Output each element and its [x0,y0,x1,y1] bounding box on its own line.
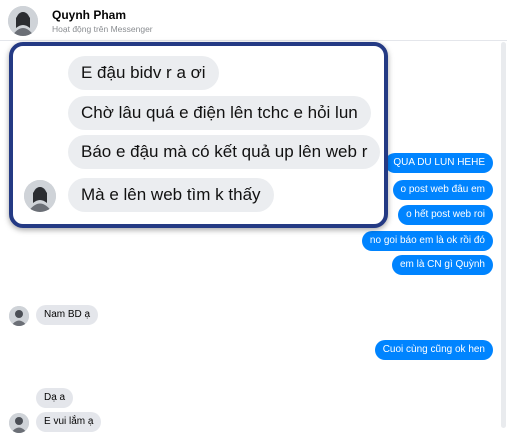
outgoing-message: o post web đâu em [392,180,493,200]
zoomed-incoming-message: Báo e đậu mà có kết quả up lên web r [68,135,381,169]
incoming-message: Nam BD ạ [36,305,99,325]
contact-avatar-small [9,306,29,326]
zoomed-incoming-message: Mà e lên web tìm k thấy [68,178,274,212]
outgoing-message: Cuoi cùng cũng ok hen [374,340,493,360]
outgoing-message: o hết post web roi [398,205,493,225]
chat-scrollbar[interactable] [501,42,506,428]
contact-avatar[interactable] [8,6,38,36]
contact-avatar-small [9,413,29,433]
avatar-photo-icon [24,180,56,212]
zoomed-incoming-message: E đậu bidv r a ơi [68,56,219,90]
zoomed-incoming-message: Chờ lâu quá e điện lên tchc e hỏi lun [68,96,371,130]
zoomed-contact-avatar [24,180,56,212]
incoming-message: E vui lắm ạ [36,412,102,432]
contact-name[interactable]: Quynh Pham [52,8,126,22]
outgoing-message: no goi báo em là ok rồi đó [361,231,493,251]
contact-status: Hoạt động trên Messenger [52,24,153,34]
incoming-message: Dạ a [36,388,74,408]
avatar-photo-icon [9,413,29,433]
chat-header: Quynh Pham Hoạt động trên Messenger [0,0,507,41]
avatar-photo-icon [9,306,29,326]
zoomed-highlight-panel: E đậu bidv r a ơi Chờ lâu quá e điện lên… [9,42,388,228]
outgoing-message: em là CN gì Quỳnh [391,255,493,275]
avatar-photo-icon [8,6,38,36]
outgoing-message: QUA DU LUN HEHE [385,153,493,173]
